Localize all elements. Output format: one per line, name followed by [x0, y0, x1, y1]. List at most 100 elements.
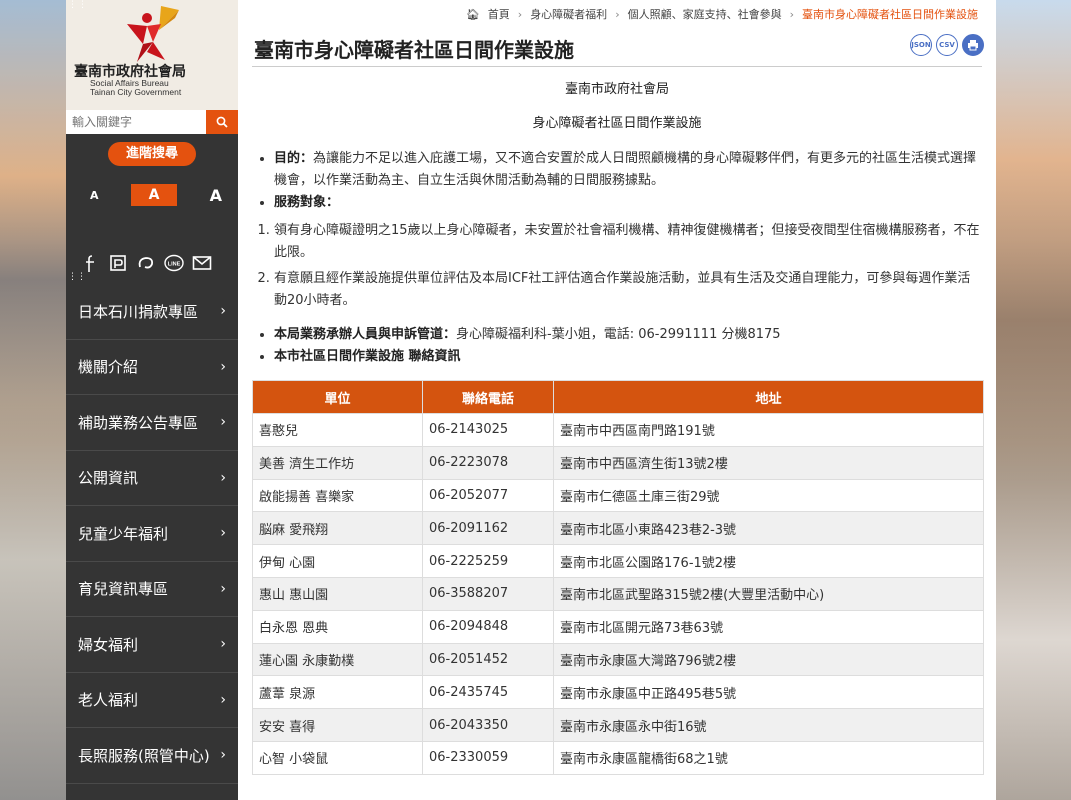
nav-item-label: 補助業務公告專區 [78, 413, 199, 432]
address-cell: 臺南市仁德區土庫三街29號 [553, 478, 984, 513]
column-header-address: 地址 [553, 380, 984, 414]
chevron-right-icon: › [220, 303, 226, 320]
unit-cell: 白永恩 恩典 [252, 609, 423, 644]
nav-item-subsidy-announcements[interactable]: 補助業務公告專區 › [66, 395, 238, 451]
search-icon [216, 116, 228, 128]
phone-cell: 06-2051452 [422, 642, 554, 677]
contact-item: 本局業務承辦人員與申訴管道：身心障礙福利科-葉小姐，電話: 06-2991111… [274, 324, 982, 346]
criteria-list: 領有身心障礙證明之15歲以上身心障礙者，未安置於社會福利機構、精神復健機構者；但… [252, 220, 982, 312]
target-item: 服務對象： [274, 192, 982, 214]
dots-icon: ⋮⋮ [68, 272, 86, 282]
font-size-small-button[interactable]: A [90, 189, 99, 202]
search-input[interactable] [66, 110, 206, 134]
home-icon: 🏠︎ [465, 7, 480, 21]
breadcrumb-separator-icon: › [789, 7, 794, 21]
background-right [996, 0, 1071, 800]
table-row: 心智 小袋鼠 06-2330059 臺南市永康區龍橋街68之1號 [252, 740, 984, 775]
facebook-icon[interactable] [80, 253, 100, 273]
font-size-medium-button[interactable]: A [130, 184, 178, 206]
unit-cell: 惠山 惠山園 [252, 576, 423, 611]
nav-item-label: 公開資訊 [78, 469, 139, 488]
address-cell: 臺南市北區武聖路315號2樓(大豐里活動中心) [553, 576, 984, 611]
column-header-unit: 單位 [252, 380, 423, 414]
nav-item-women-welfare[interactable]: 婦女福利 › [66, 617, 238, 673]
address-cell: 臺南市北區開元路73巷63號 [553, 609, 984, 644]
bureau-name: 臺南市政府社會局 [74, 63, 186, 79]
article: 臺南市政府社會局 身心障礙者社區日間作業設施 目的：為讓能力不足以進入庇護工場，… [252, 80, 984, 775]
chevron-right-icon: › [220, 747, 226, 764]
table-body: 喜憨兒 06-2143025 臺南市中西區南門路191號 美善 濟生工作坊 06-22… [252, 413, 984, 775]
csv-export-button[interactable]: CSV [936, 34, 958, 56]
purpose-label: 目的： [274, 151, 314, 166]
contact-label: 本局業務承辦人員與申訴管道： [274, 327, 457, 342]
dots-icon: ⋮⋮ [68, 0, 88, 10]
background-left [0, 0, 66, 800]
breadcrumb-disability-welfare[interactable]: 身心障礙者福利 [530, 6, 607, 22]
nav-item-ishikawa-donation[interactable]: 日本石川捐款專區 › [66, 284, 238, 340]
print-icon [968, 40, 978, 51]
logo-area[interactable]: ⋮⋮ 臺南市政府社會局 Social Affairs Bureau Tainan… [66, 0, 238, 110]
unit-cell: 喜憨兒 [252, 413, 423, 447]
table-header-row: 單位 聯絡電話 地址 [252, 380, 984, 414]
unit-cell: 脳麻 愛飛翔 [252, 511, 423, 546]
breadcrumb-current: 臺南市身心障礙者社區日間作業設施 [802, 8, 978, 21]
criteria-item: 領有身心障礙證明之15歲以上身心障礙者，未安置於社會福利機構、精神復健機構者；但… [274, 220, 982, 264]
phone-cell: 06-3588207 [422, 576, 554, 611]
print-button[interactable] [962, 34, 984, 56]
share-icon[interactable] [136, 253, 156, 273]
nav-item-long-term-care[interactable]: 長照服務(照管中心) › [66, 728, 238, 784]
font-size-controls: A A A [66, 178, 238, 212]
nav-item-child-welfare[interactable]: 兒童少年福利 › [66, 506, 238, 562]
main-content: 🏠︎ 首頁 › 身心障礙者福利 › 個人照顧、家庭支持、社會參與 › 臺南市身心… [238, 0, 996, 800]
column-header-phone: 聯絡電話 [422, 380, 554, 414]
nav-item-public-info[interactable]: 公開資訊 › [66, 451, 238, 506]
address-cell: 臺南市永康區龍橋街68之1號 [553, 740, 984, 775]
table-row: 安安 喜得 06-2043350 臺南市永康區永中街16號 [252, 708, 984, 742]
page-title: 臺南市身心障礙者社區日間作業設施 [254, 38, 574, 62]
unit-cell: 啟能揚善 喜樂家 [252, 478, 423, 513]
nav-item-elderly-welfare[interactable]: 老人福利 › [66, 673, 238, 728]
table-row: 伊甸 心園 06-2225259 臺南市北區公園路176-1號2樓 [252, 544, 984, 578]
chevron-right-icon: › [220, 358, 226, 375]
article-org-heading: 臺南市政府社會局 [564, 82, 669, 97]
table-row: 脳麻 愛飛翔 06-2091162 臺南市北區小東路423巷2-3號 [252, 511, 984, 546]
chevron-right-icon: › [220, 469, 226, 486]
table-row: 美善 濟生工作坊 06-2223078 臺南市中西區濟生街13號2樓 [252, 445, 984, 480]
plurk-icon[interactable] [108, 253, 128, 273]
breadcrumb-separator-icon: › [517, 7, 523, 21]
svg-text:LINE: LINE [168, 262, 181, 268]
sidebar: ⋮⋮ 臺南市政府社會局 Social Affairs Bureau Tainan… [66, 0, 238, 800]
purpose-text: 為讓能力不足以進入庇護工場，又不適合安置於成人日間照顧機構的身心障礙夥伴們，有更… [274, 151, 977, 188]
unit-cell: 伊甸 心園 [252, 544, 423, 578]
table-row: 蓮心園 永康勤樸 06-2051452 臺南市永康區大灣路796號2樓 [252, 642, 984, 677]
nav-item-label: 育兒資訊專區 [78, 580, 169, 599]
nav-item-agency-intro[interactable]: 機關介紹 › [66, 340, 238, 395]
advanced-search-button[interactable]: 進階搜尋 [108, 142, 196, 166]
export-tools: JSON CSV [910, 34, 984, 56]
breadcrumb-home[interactable]: 首頁 [488, 6, 510, 22]
nav-item-parenting-info[interactable]: 育兒資訊專區 › [66, 562, 238, 617]
email-icon[interactable] [192, 253, 212, 273]
json-export-button[interactable]: JSON [910, 34, 932, 56]
nav-item-label: 婦女福利 [78, 635, 139, 654]
article-heading: 身心障礙者社區日間作業設施 [532, 116, 702, 131]
unit-cell: 蘆葦 泉源 [252, 675, 423, 710]
unit-cell: 安安 喜得 [252, 708, 423, 742]
chevron-right-icon: › [220, 636, 226, 653]
chevron-right-icon: › [220, 580, 226, 597]
search-bar [66, 110, 238, 134]
chevron-right-icon: › [220, 691, 226, 708]
bureau-logo-icon [127, 6, 179, 62]
nav-item-label: 機關介紹 [78, 358, 139, 377]
phone-cell: 06-2435745 [422, 675, 554, 710]
breadcrumb-personal-care[interactable]: 個人照顧、家庭支持、社會參與 [628, 6, 782, 22]
facility-table: 單位 聯絡電話 地址 喜憨兒 06-2143025 臺南市中西區南門路191號 美善… [252, 380, 984, 775]
search-button[interactable] [206, 110, 238, 134]
font-size-large-button[interactable]: A [210, 186, 222, 205]
contact-list: 本局業務承辦人員與申訴管道：身心障礙福利科-葉小姐，電話: 06-2991111… [252, 324, 982, 368]
phone-cell: 06-2094848 [422, 609, 554, 644]
address-cell: 臺南市北區小東路423巷2-3號 [553, 511, 984, 546]
chevron-right-icon: › [220, 414, 226, 431]
address-cell: 臺南市中西區南門路191號 [553, 413, 984, 447]
line-icon[interactable]: LINE [164, 253, 184, 273]
